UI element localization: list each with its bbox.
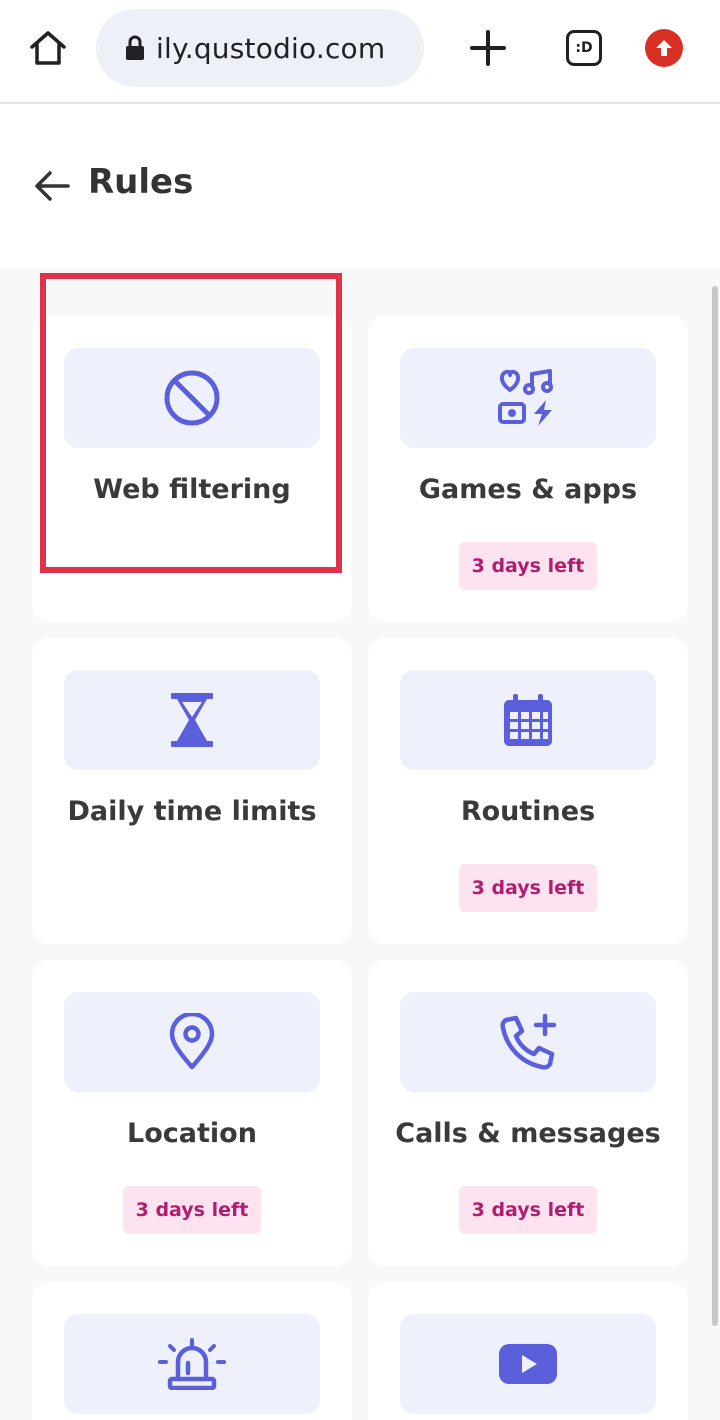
card-label: Location [127, 1118, 257, 1149]
card-label: Games & apps [418, 474, 638, 505]
tabs-count: :D [575, 40, 593, 56]
icon-container [400, 348, 656, 448]
browser-toolbar: ily.qustodio.com :D [0, 0, 720, 104]
rule-card-panic-button[interactable] [32, 1282, 352, 1420]
rules-grid: Web filtering Games & apps 3 days left D… [0, 268, 720, 1420]
page-title: Rules [88, 162, 194, 202]
new-tab-button[interactable] [466, 26, 510, 70]
siren-icon [158, 1338, 226, 1390]
url-text: ily.qustodio.com [156, 31, 386, 65]
card-label: Routines [460, 796, 596, 827]
card-label: Web filtering [93, 474, 291, 505]
back-button[interactable] [32, 168, 72, 204]
page-header: Rules [0, 106, 720, 268]
rule-card-youtube[interactable] [368, 1282, 688, 1420]
tab-switcher-button[interactable]: :D [566, 30, 602, 66]
rule-card-location[interactable]: Location 3 days left [32, 960, 352, 1266]
card-label: Calls & messages [395, 1118, 661, 1149]
rule-card-games-apps[interactable]: Games & apps 3 days left [368, 316, 688, 622]
home-button[interactable] [24, 24, 72, 72]
lock-icon [126, 35, 144, 60]
block-icon [164, 370, 220, 426]
update-icon [656, 40, 672, 56]
calendar-icon [504, 694, 552, 746]
location-pin-icon [169, 1013, 215, 1070]
youtube-icon [499, 1344, 557, 1384]
rule-card-calls-messages[interactable]: Calls & messages 3 days left [368, 960, 688, 1266]
icon-container [400, 670, 656, 770]
hourglass-icon [171, 693, 213, 747]
rule-card-web-filtering[interactable]: Web filtering [32, 316, 352, 622]
card-label: Daily time limits [67, 796, 317, 827]
home-icon [30, 31, 66, 65]
trial-badge: 3 days left [459, 1186, 597, 1234]
address-bar[interactable]: ily.qustodio.com [96, 9, 424, 87]
icon-container [400, 1314, 656, 1414]
trial-badge: 3 days left [459, 864, 597, 912]
rule-card-daily-time-limits[interactable]: Daily time limits [32, 638, 352, 944]
trial-badge: 3 days left [123, 1186, 261, 1234]
phone-plus-icon [500, 1013, 557, 1070]
scrollbar[interactable] [712, 286, 718, 1326]
games-apps-icon [498, 369, 553, 426]
rule-card-routines[interactable]: Routines 3 days left [368, 638, 688, 944]
trial-badge: 3 days left [459, 542, 597, 590]
icon-container [400, 992, 656, 1092]
icon-container [64, 348, 320, 448]
update-button[interactable] [645, 29, 683, 67]
icon-container [64, 670, 320, 770]
icon-container [64, 1314, 320, 1414]
icon-container [64, 992, 320, 1092]
